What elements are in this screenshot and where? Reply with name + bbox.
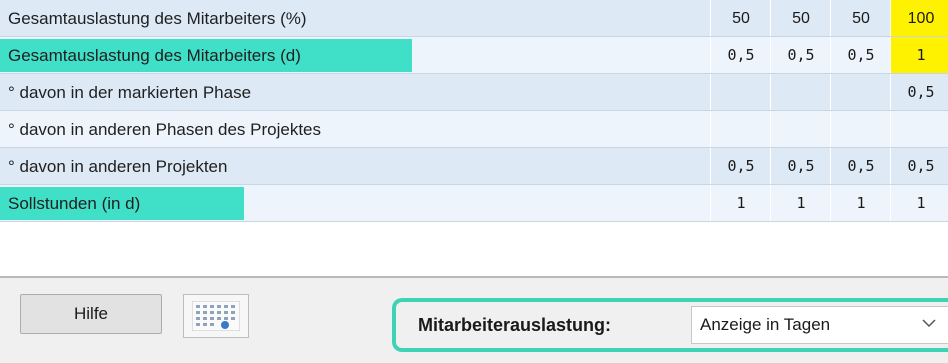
table-cell[interactable]: 0,5	[830, 37, 891, 74]
table-cell[interactable]: 0,5	[890, 74, 948, 111]
table-cell[interactable]: 1	[890, 185, 948, 222]
table-row[interactable]: Gesamtauslastung des Mitarbeiters (%) 50 5…	[0, 0, 948, 37]
row-label: Gesamtauslastung des Mitarbeiters (%)	[8, 9, 307, 28]
chevron-down-icon	[922, 319, 936, 328]
row-label: Gesamtauslastung des Mitarbeiters (d)	[8, 46, 301, 65]
auslastung-label: Mitarbeiterauslastung:	[418, 315, 612, 335]
table-cell[interactable]: 1	[710, 185, 771, 222]
table-row[interactable]: ° davon in anderen Phasen des Projektes	[0, 111, 948, 148]
table-cell[interactable]	[770, 74, 831, 111]
footer-panel: Hilfe Mitarbeiterauslastung: Anzeige in …	[0, 276, 948, 363]
table-cell[interactable]: 1	[770, 185, 831, 222]
auslastung-select-value: Anzeige in Tagen	[700, 315, 831, 334]
table-cell[interactable]: 50	[830, 0, 891, 37]
table-cell[interactable]	[710, 74, 771, 111]
table-cell[interactable]: 50	[710, 0, 771, 37]
table-cell[interactable]	[830, 111, 891, 148]
table-cell[interactable]: 100	[890, 0, 948, 37]
auslastung-select[interactable]: Anzeige in Tagen	[691, 306, 948, 344]
grid-divider	[0, 221, 948, 222]
table-cell[interactable]: 50	[770, 0, 831, 37]
table-row[interactable]: ° davon in anderen Projekten 0,5 0,5 0,5 0,5	[0, 148, 948, 185]
table-cell[interactable]	[770, 111, 831, 148]
row-label: ° davon in anderen Phasen des Projektes	[8, 120, 322, 139]
table-row[interactable]: ° davon in der markierten Phase 0,5	[0, 74, 948, 111]
table-cell[interactable]: 1	[830, 185, 891, 222]
table-cell[interactable]: 0,5	[770, 148, 831, 185]
row-label: ° davon in anderen Projekten	[8, 157, 228, 176]
table-cell[interactable]: 0,5	[710, 37, 771, 74]
row-label: ° davon in der markierten Phase	[8, 83, 252, 102]
table-cell[interactable]: 1	[890, 37, 948, 74]
row-label: Sollstunden (in d)	[8, 194, 141, 213]
table-cell[interactable]	[710, 111, 771, 148]
table-row[interactable]: Gesamtauslastung des Mitarbeiters (d) 0,5…	[0, 37, 948, 74]
table-cell[interactable]	[830, 74, 891, 111]
auslastung-group: Mitarbeiterauslastung: Anzeige in Tagen	[392, 298, 948, 352]
calendar-icon[interactable]	[183, 294, 249, 338]
table-cell[interactable]: 0,5	[830, 148, 891, 185]
help-button[interactable]: Hilfe	[20, 294, 162, 334]
table-cell[interactable]	[890, 111, 948, 148]
table-cell[interactable]: 0,5	[770, 37, 831, 74]
table-cell[interactable]: 0,5	[710, 148, 771, 185]
table-cell[interactable]: 0,5	[890, 148, 948, 185]
table-row[interactable]: Sollstunden (in d) 1 1 1 1	[0, 185, 948, 222]
